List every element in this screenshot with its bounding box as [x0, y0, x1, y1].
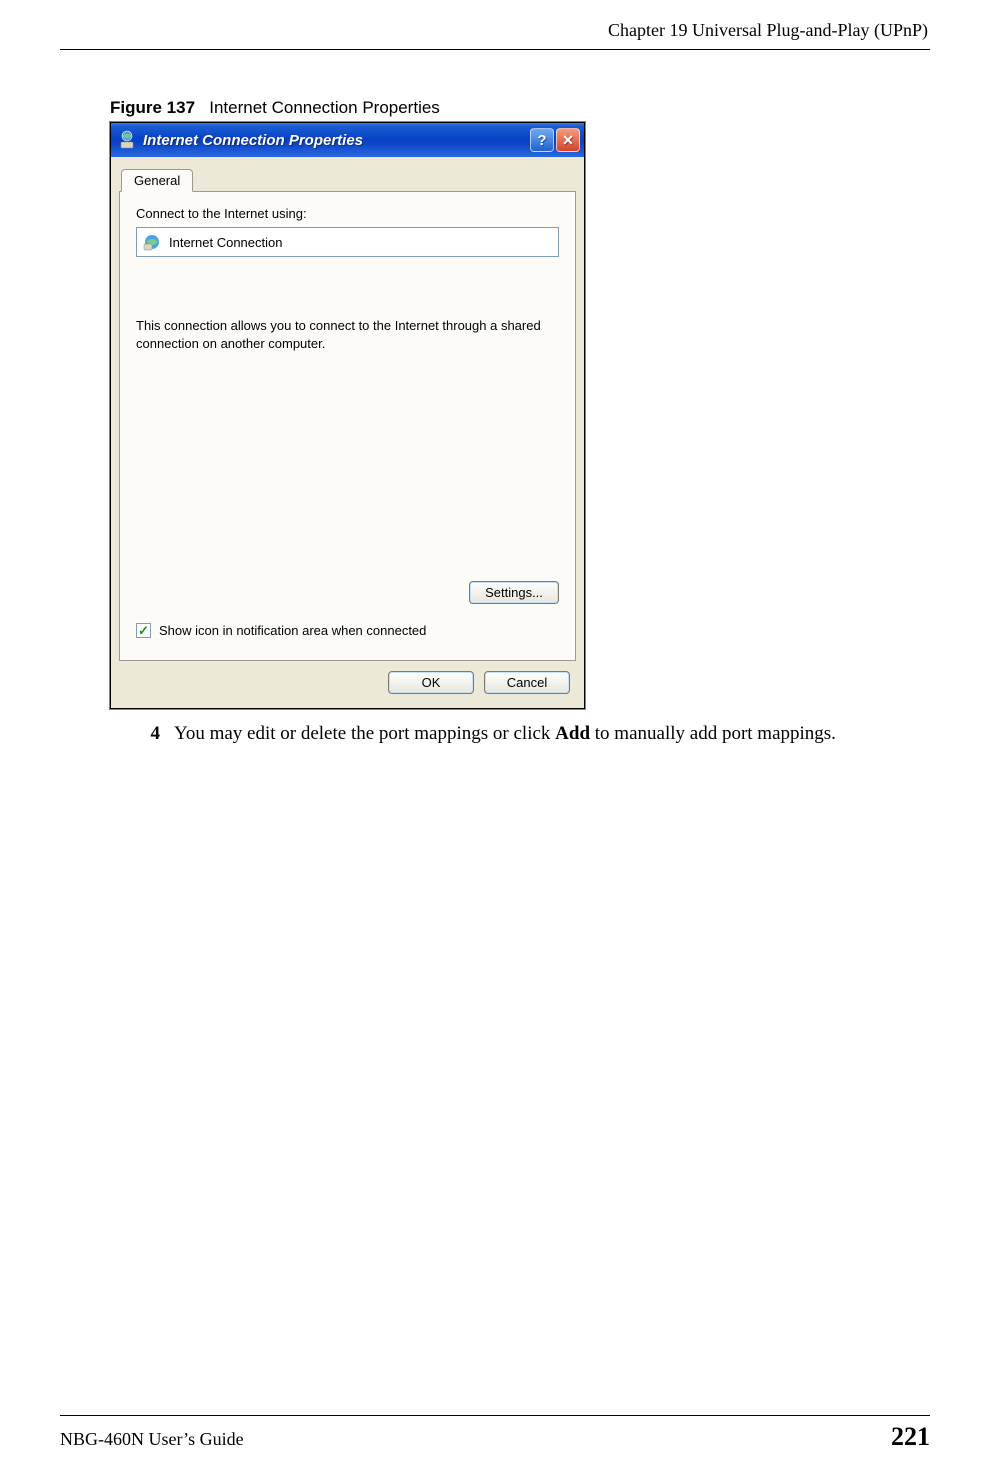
- ok-button[interactable]: OK: [388, 671, 474, 694]
- step-text: You may edit or delete the port mappings…: [174, 721, 920, 747]
- show-icon-checkbox-row[interactable]: ✓ Show icon in notification area when co…: [136, 623, 426, 638]
- cancel-button[interactable]: Cancel: [484, 671, 570, 694]
- tab-general[interactable]: General: [121, 169, 193, 192]
- page-footer: NBG-460N User’s Guide 221: [60, 1415, 930, 1452]
- dialog-titlebar[interactable]: Internet Connection Properties ? ✕: [111, 123, 584, 157]
- figure-caption: Figure 137 Internet Connection Propertie…: [110, 98, 930, 118]
- connection-name: Internet Connection: [169, 235, 282, 250]
- footer-guide-name: NBG-460N User’s Guide: [60, 1429, 244, 1450]
- properties-dialog: Internet Connection Properties ? ✕ Gener…: [110, 122, 585, 709]
- tab-panel-general: Connect to the Internet using: Internet …: [119, 191, 576, 661]
- show-icon-label: Show icon in notification area when conn…: [159, 623, 426, 638]
- dialog-button-row: OK Cancel: [119, 661, 576, 700]
- connection-properties-icon: [117, 130, 137, 150]
- footer-page-number: 221: [891, 1422, 930, 1452]
- figure-caption-text: Internet Connection Properties: [209, 98, 440, 117]
- instruction-step-4: 4 You may edit or delete the port mappin…: [146, 721, 930, 747]
- connect-using-label: Connect to the Internet using:: [136, 206, 559, 221]
- step-text-after: to manually add port mappings.: [590, 723, 836, 744]
- close-button[interactable]: ✕: [556, 128, 580, 152]
- connection-listbox[interactable]: Internet Connection: [136, 227, 559, 257]
- dialog-title: Internet Connection Properties: [143, 132, 530, 149]
- tab-strip: General: [119, 165, 576, 191]
- globe-icon: [143, 233, 161, 251]
- header-rule: [60, 49, 930, 50]
- connection-description: This connection allows you to connect to…: [136, 317, 559, 352]
- settings-button[interactable]: Settings...: [469, 581, 559, 604]
- step-number: 4: [146, 723, 160, 745]
- chapter-title: Chapter 19 Universal Plug-and-Play (UPnP…: [60, 20, 930, 41]
- show-icon-checkbox[interactable]: ✓: [136, 623, 151, 638]
- step-text-before: You may edit or delete the port mappings…: [174, 723, 555, 744]
- figure-label: Figure 137: [110, 98, 195, 117]
- help-button[interactable]: ?: [530, 128, 554, 152]
- step-text-bold: Add: [555, 723, 590, 744]
- footer-rule: [60, 1415, 930, 1416]
